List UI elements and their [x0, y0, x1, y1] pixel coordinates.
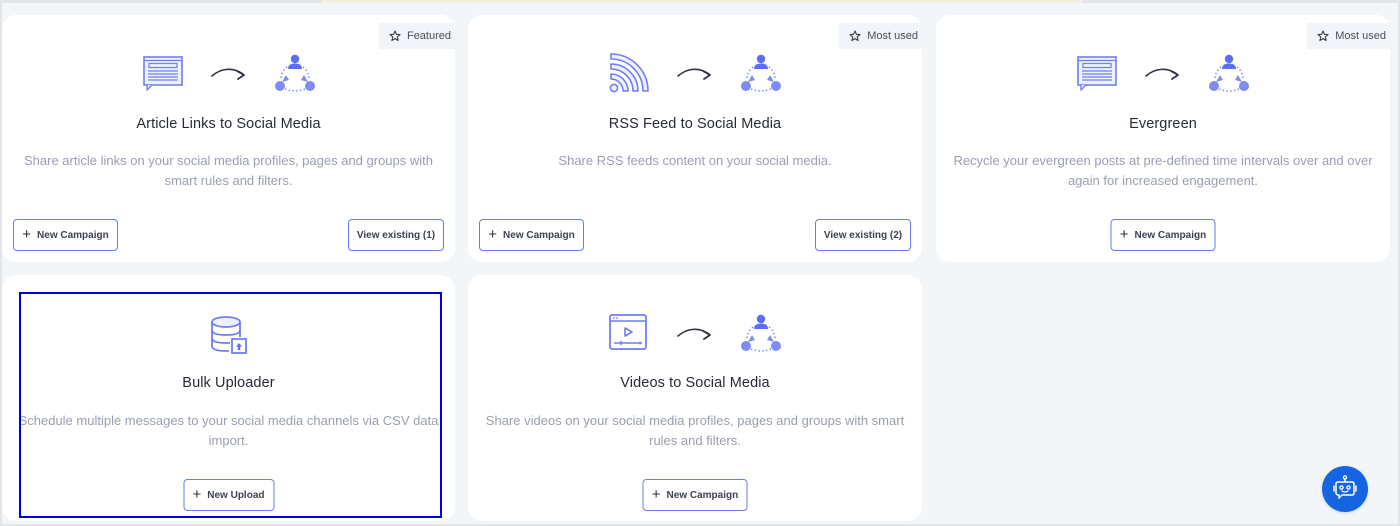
card-title: Evergreen — [1129, 116, 1197, 132]
card-description: Share RSS feeds content on your social m… — [558, 153, 832, 168]
curved-arrow-icon — [1145, 67, 1179, 80]
card-videos: Videos to Social Media Share videos on y… — [468, 275, 922, 521]
database-upload-icon — [210, 316, 247, 354]
video-player-icon — [609, 313, 647, 350]
most-used-badge: Most used — [839, 23, 922, 49]
article-icon — [142, 55, 183, 91]
rss-icon — [609, 52, 649, 92]
card-description: Schedule multiple messages to your socia… — [18, 413, 439, 448]
card-title: Article Links to Social Media — [136, 116, 321, 132]
new-campaign-button[interactable]: + New Campaign — [1110, 219, 1216, 251]
workflow-illustration — [468, 52, 922, 97]
chatbot-button[interactable] — [1322, 466, 1368, 512]
badge-label: Featured — [406, 30, 451, 42]
card-evergreen: Most used Evergreen Recycle your evergre… — [936, 15, 1390, 262]
plus-icon: + — [1119, 225, 1129, 243]
card-title: RSS Feed to Social Media — [608, 116, 782, 132]
badge-label: Most used — [1335, 30, 1386, 42]
badge-label: Most used — [867, 30, 918, 42]
plus-icon: + — [22, 225, 32, 243]
star-outline-icon — [389, 30, 401, 42]
card-rss-feed: Most used RSS Feed to Social Media Share… — [468, 15, 922, 262]
curved-arrow-icon — [210, 67, 245, 80]
new-campaign-button[interactable]: + New Campaign — [642, 479, 748, 511]
card-bulk-uploader: Bulk Uploader Schedule multiple messages… — [2, 275, 455, 521]
view-existing-button[interactable]: View existing (2) — [815, 219, 911, 251]
top-edge-highlight — [322, 0, 1082, 3]
social-network-icon — [273, 53, 316, 92]
curved-arrow-icon — [677, 67, 711, 80]
social-network-icon — [740, 53, 782, 92]
featured-badge: Featured — [378, 23, 455, 49]
card-description: Share videos on your social media profil… — [485, 413, 905, 448]
workflow-illustration — [468, 313, 922, 357]
new-campaign-button[interactable]: + New Campaign — [13, 219, 118, 251]
card-article-links: Featured Article Links to Social Media S… — [2, 15, 455, 262]
illustration — [2, 315, 455, 355]
card-description: Share article links on your social media… — [24, 153, 433, 188]
plus-icon: + — [488, 225, 498, 243]
card-description: Recycle your evergreen posts at pre-defi… — [953, 153, 1373, 188]
new-upload-button[interactable]: + New Upload — [183, 479, 274, 511]
most-used-badge: Most used — [1307, 23, 1390, 49]
curved-arrow-icon — [677, 327, 711, 340]
workflow-illustration — [936, 53, 1390, 97]
view-existing-button[interactable]: View existing (1) — [348, 219, 444, 251]
new-campaign-button[interactable]: + New Campaign — [479, 219, 584, 251]
card-title: Videos to Social Media — [620, 375, 770, 391]
workflow-illustration — [2, 53, 455, 97]
card-title: Bulk Uploader — [182, 375, 275, 391]
plus-icon: + — [651, 485, 661, 503]
chatbot-icon — [1333, 475, 1357, 499]
social-network-icon — [740, 313, 782, 352]
article-icon — [1077, 55, 1117, 91]
social-network-icon — [1208, 53, 1250, 92]
star-outline-icon — [849, 30, 861, 42]
plus-icon: + — [192, 485, 202, 503]
star-outline-icon — [1317, 30, 1329, 42]
